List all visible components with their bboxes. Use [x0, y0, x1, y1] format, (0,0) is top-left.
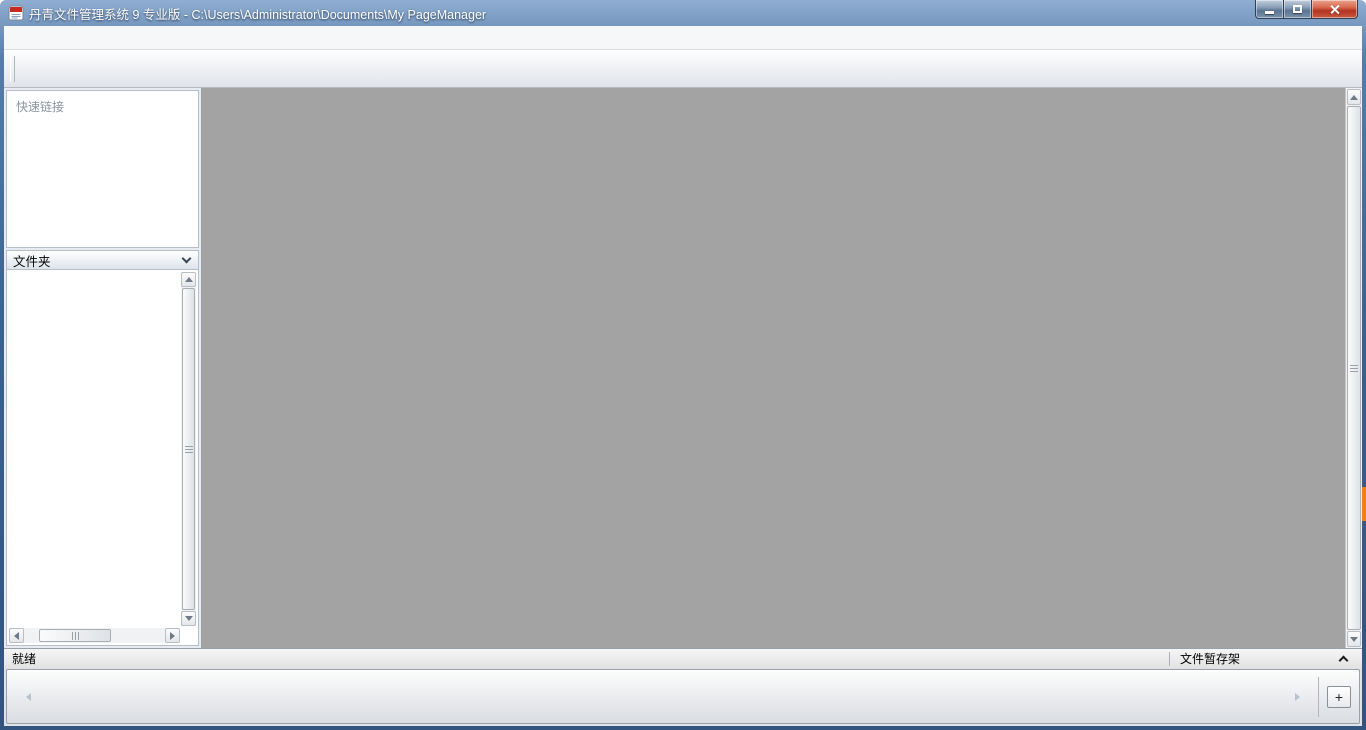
shelf-add-button[interactable]: + — [1327, 686, 1351, 708]
triangle-up-icon — [1350, 95, 1358, 100]
folders-header[interactable]: 文件夹 — [6, 250, 199, 270]
shelf-collapse-button[interactable] — [1330, 653, 1356, 664]
thumb-grip-icon — [72, 632, 79, 640]
shelf-divider — [1318, 677, 1319, 717]
triangle-right-icon — [170, 632, 175, 640]
main-scroll-down-button[interactable] — [1347, 631, 1361, 647]
file-shelf: + — [4, 668, 1362, 726]
thumb-grip-icon — [1350, 365, 1358, 372]
quick-links-panel: 快速链接 — [6, 90, 199, 248]
tree-scrollbar-thumb[interactable] — [182, 288, 195, 610]
border-marker — [1362, 487, 1366, 521]
triangle-left-icon — [26, 693, 31, 701]
status-text: 就绪 — [12, 650, 1169, 667]
status-bar: 就绪 文件暂存架 — [4, 648, 1362, 668]
folder-tree — [9, 272, 181, 626]
sidebar: 快速链接 文件夹 — [4, 88, 202, 648]
triangle-down-icon — [1350, 637, 1358, 642]
thumbnail-area — [202, 88, 1345, 648]
close-icon — [1329, 4, 1340, 15]
thumb-grip-icon — [185, 446, 193, 453]
tree-scroll-up-button[interactable] — [181, 272, 196, 287]
shelf-prev-button[interactable] — [15, 684, 41, 710]
maximize-button[interactable] — [1284, 0, 1312, 19]
file-shelf-label: 文件暂存架 — [1180, 650, 1330, 667]
tree-horizontal-scrollbar[interactable] — [9, 628, 180, 643]
folder-tree-panel — [6, 270, 199, 646]
triangle-up-icon — [185, 277, 193, 282]
triangle-left-icon — [14, 632, 19, 640]
minimize-button[interactable] — [1255, 0, 1284, 19]
tree-scroll-down-button[interactable] — [181, 611, 196, 626]
chevron-up-icon — [1338, 656, 1348, 666]
window-title: 丹青文件管理系统 9 专业版 - C:\Users\Administrator\… — [29, 4, 486, 23]
chevron-down-icon — [182, 254, 192, 264]
main-scrollbar-thumb[interactable] — [1347, 106, 1361, 630]
thumbnail-grid — [202, 88, 1315, 106]
title-bar: 丹青文件管理系统 9 专业版 - C:\Users\Administrator\… — [0, 0, 1366, 26]
quick-links-title: 快速链接 — [16, 98, 189, 115]
tree-scroll-right-button[interactable] — [165, 628, 180, 643]
shelf-next-button[interactable] — [1284, 684, 1310, 710]
app-window: 丹青文件管理系统 9 专业版 - C:\Users\Administrator\… — [0, 0, 1366, 730]
menu-bar — [4, 26, 1362, 50]
maximize-icon — [1293, 5, 1302, 13]
minimize-icon — [1265, 11, 1274, 14]
triangle-right-icon — [1295, 693, 1300, 701]
main-scroll-up-button[interactable] — [1347, 89, 1361, 105]
triangle-down-icon — [185, 616, 193, 621]
toolbar — [4, 50, 1362, 88]
app-logo-icon — [8, 5, 24, 21]
tree-hscrollbar-thumb[interactable] — [39, 629, 111, 642]
toolbar-gripper[interactable] — [10, 56, 15, 82]
tree-vertical-scrollbar[interactable] — [181, 272, 196, 626]
tree-scroll-left-button[interactable] — [9, 628, 24, 643]
main-scrollbar[interactable] — [1345, 88, 1362, 648]
statusbar-divider — [1169, 652, 1170, 666]
folders-label: 文件夹 — [13, 251, 51, 270]
close-button[interactable] — [1312, 0, 1358, 19]
